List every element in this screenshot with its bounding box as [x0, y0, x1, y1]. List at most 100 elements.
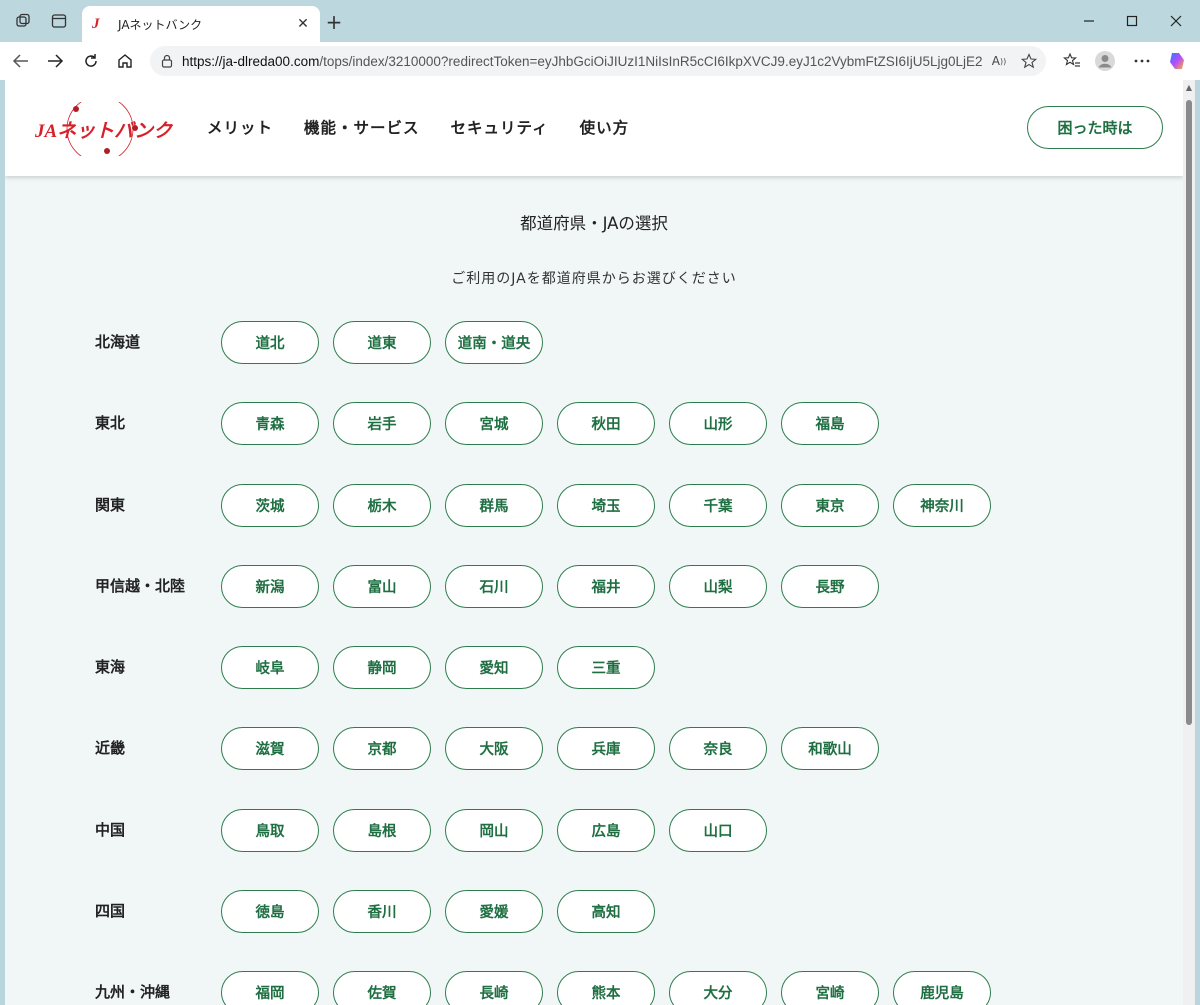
- prefecture-button[interactable]: 宮崎: [781, 971, 879, 1005]
- maximize-icon[interactable]: [1118, 8, 1146, 34]
- read-aloud-icon[interactable]: A)): [988, 51, 1010, 71]
- url-text[interactable]: https://ja-dlreda00.com/tops/index/32100…: [182, 54, 982, 69]
- ja-netbank-logo[interactable]: JAネットバンク: [33, 95, 174, 163]
- prefecture-button[interactable]: 埼玉: [557, 483, 655, 527]
- prefecture-button[interactable]: 山梨: [669, 564, 767, 608]
- nav-how-to-use[interactable]: 使い方: [580, 116, 630, 138]
- prefecture-button[interactable]: 東京: [781, 483, 879, 527]
- copilot-icon[interactable]: [1165, 49, 1189, 73]
- workspaces-icon[interactable]: [12, 9, 36, 33]
- forward-arrow-icon[interactable]: [42, 49, 68, 73]
- prefecture-button[interactable]: 徳島: [221, 890, 319, 934]
- prefecture-button[interactable]: 鳥取: [221, 808, 319, 852]
- more-options-icon[interactable]: [1130, 49, 1154, 73]
- prefecture-button[interactable]: 秋田: [557, 402, 655, 446]
- prefecture-button[interactable]: 岩手: [333, 402, 431, 446]
- nav-features-services[interactable]: 機能・サービス: [304, 116, 420, 138]
- region-row: 四国 徳島 香川 愛媛 高知: [95, 890, 1095, 971]
- region-row: 中国 鳥取 島根 岡山 広島 山口: [95, 808, 1095, 890]
- prefecture-button[interactable]: 長野: [781, 564, 879, 608]
- prefecture-button[interactable]: 長崎: [445, 971, 543, 1005]
- minimize-icon[interactable]: [1075, 8, 1103, 34]
- lock-icon[interactable]: [160, 54, 174, 68]
- address-bar[interactable]: https://ja-dlreda00.com/tops/index/32100…: [150, 46, 1046, 76]
- page-title: 都道府県・JAの選択: [520, 214, 668, 233]
- prefecture-button[interactable]: 岐阜: [221, 646, 319, 690]
- prefecture-button[interactable]: 愛媛: [445, 890, 543, 934]
- prefecture-button[interactable]: 岡山: [445, 808, 543, 852]
- prefecture-button[interactable]: 宮城: [445, 402, 543, 446]
- prefecture-button[interactable]: 静岡: [333, 646, 431, 690]
- nav-security[interactable]: セキュリティ: [451, 116, 549, 138]
- region-row: 九州・沖縄 福岡 佐賀 長崎 熊本 大分 宮崎 鹿児島: [95, 971, 1095, 1005]
- region-row: 関東 茨城 栃木 群馬 埼玉 千葉 東京 神奈川: [95, 483, 1095, 565]
- prefecture-list: 茨城 栃木 群馬 埼玉 千葉 東京 神奈川: [221, 483, 1005, 527]
- refresh-icon[interactable]: [78, 49, 104, 73]
- prefecture-button[interactable]: 三重: [557, 646, 655, 690]
- region-label: 四国: [95, 902, 126, 921]
- tab-title: JAネットバンク: [118, 17, 203, 32]
- prefecture-button[interactable]: 愛知: [445, 646, 543, 690]
- prefecture-button[interactable]: 茨城: [221, 483, 319, 527]
- prefecture-button[interactable]: 福岡: [221, 971, 319, 1005]
- prefecture-button[interactable]: 和歌山: [781, 727, 879, 771]
- back-arrow-icon[interactable]: [8, 49, 34, 73]
- tab-actions-icon[interactable]: [47, 9, 71, 33]
- region-label: 九州・沖縄: [95, 983, 171, 1002]
- favorites-icon[interactable]: [1060, 49, 1084, 73]
- close-window-icon[interactable]: [1162, 8, 1190, 34]
- region-row: 東北 青森 岩手 宮城 秋田 山形 福島: [95, 402, 1095, 483]
- region-row: 北海道 道北 道東 道南・道央: [95, 321, 1095, 402]
- prefecture-button[interactable]: 高知: [557, 890, 655, 934]
- prefecture-button[interactable]: 京都: [333, 727, 431, 771]
- prefecture-button[interactable]: 福井: [557, 564, 655, 608]
- tab-close-icon[interactable]: ✕: [292, 13, 314, 35]
- logo-text: JAネットバンク: [34, 120, 173, 142]
- prefecture-button[interactable]: 栃木: [333, 483, 431, 527]
- prefecture-list: 滋賀 京都 大阪 兵庫 奈良 和歌山: [221, 727, 893, 771]
- star-icon[interactable]: [1018, 51, 1040, 71]
- prefecture-button[interactable]: 群馬: [445, 483, 543, 527]
- prefecture-button[interactable]: 大阪: [445, 727, 543, 771]
- prefecture-button[interactable]: 山口: [669, 808, 767, 852]
- prefecture-button[interactable]: 神奈川: [893, 483, 991, 527]
- region-row: 甲信越・北陸 新潟 富山 石川 福井 山梨 長野: [95, 564, 1095, 646]
- browser-toolbar: https://ja-dlreda00.com/tops/index/32100…: [0, 42, 1200, 80]
- region-label: 東北: [95, 414, 126, 433]
- new-tab-icon[interactable]: +: [322, 10, 346, 34]
- prefecture-button[interactable]: 島根: [333, 808, 431, 852]
- prefecture-button[interactable]: 福島: [781, 402, 879, 446]
- browser-tab-active[interactable]: J JAネットバンク ✕: [82, 6, 320, 42]
- nav-merit[interactable]: メリット: [207, 116, 273, 138]
- profile-icon[interactable]: [1093, 49, 1117, 73]
- prefecture-button[interactable]: 石川: [445, 564, 543, 608]
- prefecture-button[interactable]: 広島: [557, 808, 655, 852]
- prefecture-list: 道北 道東 道南・道央: [221, 321, 557, 364]
- region-label: 北海道: [95, 333, 141, 351]
- prefecture-button[interactable]: 富山: [333, 564, 431, 608]
- prefecture-button[interactable]: 熊本: [557, 971, 655, 1005]
- prefecture-button[interactable]: 青森: [221, 402, 319, 446]
- prefecture-button[interactable]: 鹿児島: [893, 971, 991, 1005]
- global-nav: メリット 機能・サービス セキュリティ 使い方: [207, 116, 660, 138]
- prefecture-button[interactable]: 新潟: [221, 564, 319, 608]
- prefecture-list: 福岡 佐賀 長崎 熊本 大分 宮崎 鹿児島: [221, 971, 1005, 1005]
- home-icon[interactable]: [112, 49, 138, 73]
- prefecture-list: 岐阜 静岡 愛知 三重: [221, 646, 669, 690]
- prefecture-button[interactable]: 佐賀: [333, 971, 431, 1005]
- prefecture-button[interactable]: 滋賀: [221, 727, 319, 771]
- prefecture-button[interactable]: 山形: [669, 402, 767, 446]
- prefecture-button[interactable]: 道東: [333, 321, 431, 364]
- prefecture-button[interactable]: 香川: [333, 890, 431, 934]
- prefecture-list: 鳥取 島根 岡山 広島 山口: [221, 808, 781, 852]
- prefecture-button[interactable]: 道南・道央: [445, 321, 543, 364]
- prefecture-button[interactable]: 千葉: [669, 483, 767, 527]
- scroll-up-icon[interactable]: ▲: [1184, 82, 1194, 92]
- prefecture-button[interactable]: 奈良: [669, 727, 767, 771]
- tab-favicon-icon: J: [92, 16, 100, 32]
- prefecture-button[interactable]: 道北: [221, 321, 319, 364]
- scrollbar-thumb[interactable]: [1186, 100, 1192, 725]
- prefecture-button[interactable]: 兵庫: [557, 727, 655, 771]
- help-button[interactable]: 困った時は: [1027, 106, 1163, 149]
- prefecture-button[interactable]: 大分: [669, 971, 767, 1005]
